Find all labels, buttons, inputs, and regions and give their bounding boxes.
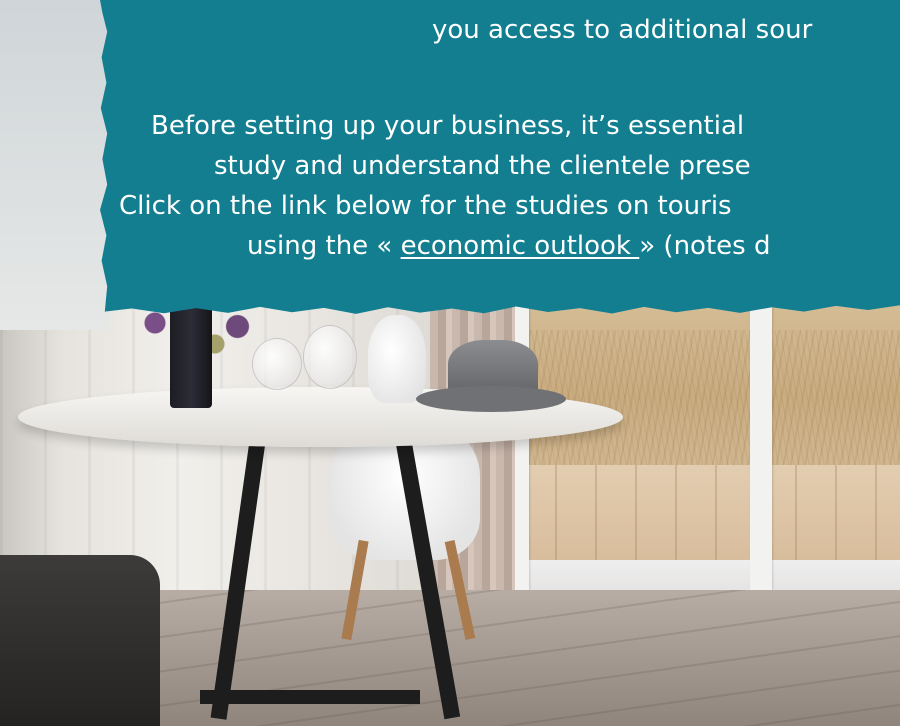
window-mullion-left (515, 290, 529, 590)
table-leg (200, 690, 420, 704)
banner-line-3: study and understand the clientele prese (214, 151, 751, 181)
banner-line-5: using the « economic outlook » (notes d (247, 230, 770, 262)
hat-brim (416, 386, 566, 412)
banner-text: you access to additional sour Before set… (0, 0, 900, 318)
banner-line-1: you access to additional sour (432, 15, 813, 45)
wine-glass (252, 338, 302, 390)
line5-prefix: using the « (247, 231, 401, 261)
white-vase (368, 315, 426, 403)
wine-glass (303, 325, 357, 389)
banner-line-4: Click on the link below for the studies … (119, 191, 732, 221)
line5-suffix: » (notes d (639, 231, 771, 261)
window-mullion-right (750, 290, 772, 590)
banner-line-2: Before setting up your business, it’s es… (151, 111, 745, 141)
dark-chair (0, 555, 160, 726)
economic-outlook-link[interactable]: economic outlook (401, 231, 640, 261)
